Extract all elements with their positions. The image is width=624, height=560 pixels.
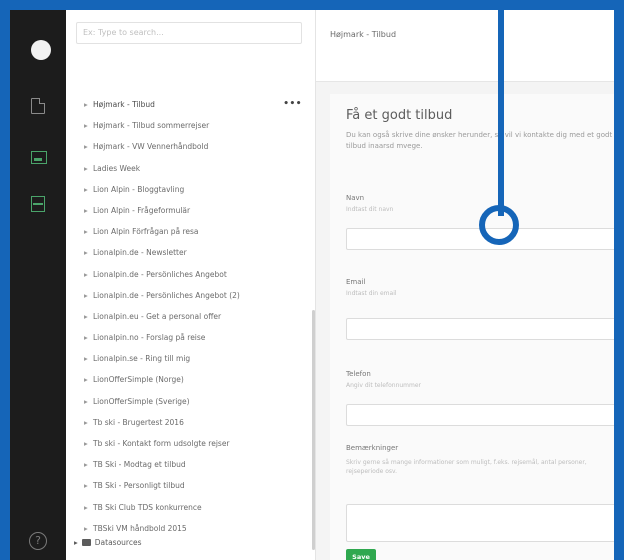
email-field[interactable]	[346, 318, 614, 340]
tree-item-label: Højmark - Tilbud sommerrejser	[93, 121, 210, 131]
tree-item[interactable]: ▸ TB Ski - Modtag et tilbud	[84, 454, 304, 475]
tree-item[interactable]: ▸ Højmark - VW Vennerhåndbold	[84, 136, 304, 157]
search-input[interactable]: Ex: Type to search...	[76, 22, 302, 44]
callout-circle	[479, 205, 519, 245]
left-rail: ?	[10, 10, 66, 560]
caret-icon: ▸	[84, 205, 88, 215]
tree-item[interactable]: ▸ Lion Alpin Förfrågan på resa	[84, 221, 304, 242]
app-window: ? Ex: Type to search... ▸ Højmark - Tilbu…	[0, 0, 624, 560]
tree-item[interactable]: ▸ Højmark - Tilbud sommerrejser	[84, 115, 304, 136]
tree-item-label: Lion Alpin Förfrågan på resa	[93, 227, 199, 237]
main-header: Højmark - Tilbud	[316, 10, 614, 82]
caret-icon: ▸	[84, 227, 88, 237]
tree-item-label: Tb ski - Brugertest 2016	[93, 417, 184, 427]
phone-label: Telefon	[346, 370, 371, 378]
email-hint: Indtast din email	[346, 290, 397, 297]
caret-icon: ▸	[84, 100, 88, 109]
email-label: Email	[346, 278, 366, 286]
caret-icon: ▸	[84, 163, 88, 173]
image-icon[interactable]	[31, 151, 47, 164]
folder-label: Datasources	[94, 538, 142, 547]
name-label: Navn	[346, 194, 365, 202]
page-title: Højmark - Tilbud	[330, 30, 397, 39]
tree-item-label: Ladies Week	[93, 163, 141, 173]
tree-item-label: TB Ski - Modtag et tilbud	[93, 460, 186, 470]
caret-icon: ▸	[74, 538, 78, 547]
form-heading: Få et godt tilbud	[346, 108, 453, 123]
tree-item-label: TB Ski Club TDS konkurrence	[93, 502, 202, 512]
tree-item-label: Lionalpin.de - Persönliches Angebot (2)	[93, 290, 240, 300]
tree-item-label: Lionalpin.no - Forslag på reise	[93, 333, 206, 343]
caret-icon: ▸	[84, 311, 88, 321]
tree-folder-datasources[interactable]: ▸ Datasources	[74, 538, 142, 547]
phone-field[interactable]	[346, 404, 614, 426]
remarks-hint: Skriv gerne så mange informationer som m…	[346, 459, 587, 475]
tree-item-label: Lionalpin.se - Ring till mig	[93, 354, 191, 364]
caret-icon: ▸	[84, 269, 88, 279]
caret-icon: ▸	[84, 460, 88, 470]
callout-line	[498, 0, 504, 216]
caret-icon: ▸	[84, 333, 88, 343]
caret-icon: ▸	[84, 417, 88, 427]
tree-item-label: LionOfferSimple (Norge)	[93, 375, 184, 385]
caret-icon: ▸	[84, 375, 88, 385]
caret-icon: ▸	[84, 396, 88, 406]
name-hint: Indtast dit navn	[346, 206, 394, 213]
tree-item[interactable]: ▸ Lionalpin.eu - Get a personal offer	[84, 306, 304, 327]
caret-icon: ▸	[84, 290, 88, 300]
tree-item-label: Tb ski - Kontakt form udsolgte rejser	[93, 439, 230, 448]
caret-icon: ▸	[84, 354, 88, 364]
tree-item-label: Lionalpin.de - Persönliches Angebot	[93, 269, 227, 279]
tree-item-label: LionOfferSimple (Sverige)	[93, 396, 190, 406]
caret-icon: ▸	[84, 523, 88, 533]
tree-item-label: Højmark - VW Vennerhåndbold	[93, 142, 209, 152]
tree-item-label: TBSki VM håndbold 2015	[93, 523, 187, 533]
layout-icon[interactable]	[31, 196, 45, 212]
tree-item[interactable]: ▸ Lionalpin.de - Newsletter	[84, 242, 304, 263]
tree-item[interactable]: ▸ Højmark - Tilbud •••	[84, 94, 304, 115]
forms-tree-panel: Ex: Type to search... ▸ Højmark - Tilbud …	[66, 10, 316, 560]
tree-item[interactable]: ▸ Lion Alpin - Frågeformulär	[84, 200, 304, 221]
tree-item[interactable]: ▸ TB Ski - Personligt tilbud	[84, 475, 304, 496]
phone-hint: Angiv dit telefonnummer	[346, 382, 422, 389]
caret-icon: ▸	[84, 481, 88, 491]
tree-item[interactable]: ▸ Lionalpin.se - Ring till mig	[84, 348, 304, 369]
tree-item[interactable]: ▸ Lionalpin.no - Forslag på reise	[84, 327, 304, 348]
tree-scrollbar[interactable]	[312, 310, 315, 550]
tree-item[interactable]: ▸ Tb ski - Brugertest 2016	[84, 412, 304, 433]
tree-item[interactable]: ▸ TB Ski Club TDS konkurrence	[84, 497, 304, 518]
tree-item[interactable]: ▸ Lionalpin.de - Persönliches Angebot	[84, 264, 304, 285]
tree-item[interactable]: ▸ Lion Alpin - Bloggtavling	[84, 179, 304, 200]
save-button[interactable]: Save	[346, 549, 376, 560]
caret-icon: ▸	[84, 502, 88, 512]
caret-icon: ▸	[84, 184, 88, 194]
tree-item[interactable]: ▸ LionOfferSimple (Sverige)	[84, 391, 304, 412]
main-area: Højmark - Tilbud Få et godt tilbud Du ka…	[316, 10, 614, 560]
tree-item-label: Lion Alpin - Frågeformulär	[93, 205, 191, 215]
caret-icon: ▸	[84, 121, 88, 131]
caret-icon: ▸	[84, 248, 88, 258]
tree-list: ▸ Højmark - Tilbud ••• ▸ Højmark - Tilbud …	[84, 94, 304, 539]
folder-icon	[81, 539, 91, 546]
caret-icon: ▸	[84, 142, 88, 152]
help-icon[interactable]: ?	[29, 532, 47, 550]
remarks-field[interactable]	[346, 504, 614, 542]
more-icon[interactable]: •••	[283, 94, 302, 115]
form-intro: Du kan også skrive dine ønsker herunder,…	[346, 131, 613, 150]
tree-item-label: Lionalpin.de - Newsletter	[93, 248, 187, 258]
avatar[interactable]	[31, 40, 51, 60]
tree-item[interactable]: ▸ TBSki VM håndbold 2015	[84, 518, 304, 539]
tree-item-label: Højmark - Tilbud	[93, 100, 155, 109]
document-icon[interactable]	[31, 98, 45, 114]
form-preview: Få et godt tilbud Du kan også skrive din…	[330, 94, 614, 560]
tree-item-label: TB Ski - Personligt tilbud	[93, 481, 185, 491]
tree-item[interactable]: ▸ Tb ski - Kontakt form udsolgte rejser	[84, 433, 304, 454]
tree-item[interactable]: ▸ Lionalpin.de - Persönliches Angebot (2)	[84, 285, 304, 306]
tree-item[interactable]: ▸ LionOfferSimple (Norge)	[84, 369, 304, 390]
remarks-label: Bemærkninger	[346, 444, 399, 452]
caret-icon: ▸	[84, 439, 88, 448]
tree-item[interactable]: ▸ Ladies Week	[84, 158, 304, 179]
tree-item-label: Lionalpin.eu - Get a personal offer	[93, 311, 222, 321]
tree-item-label: Lion Alpin - Bloggtavling	[93, 184, 185, 194]
